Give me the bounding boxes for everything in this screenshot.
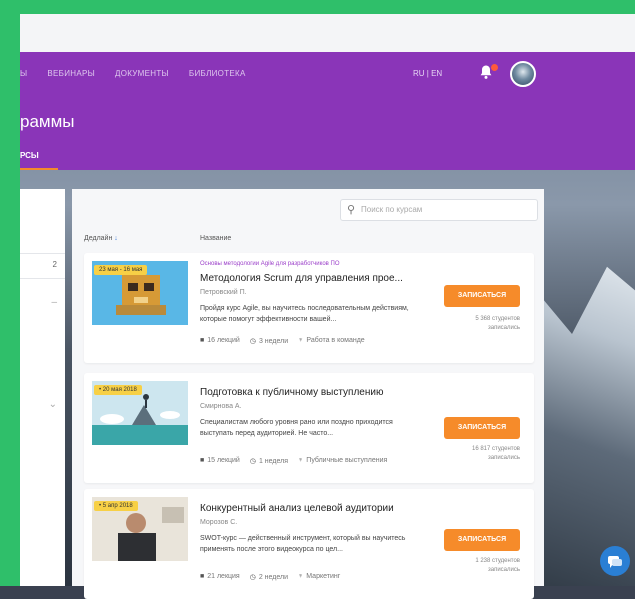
- tab-active-indicator: [20, 168, 58, 170]
- course-thumbnail: 23 мая - 16 мая: [92, 261, 188, 325]
- filter-collapse-icon[interactable]: –: [51, 297, 57, 308]
- filter-count: 2: [52, 260, 57, 269]
- sort-deadline-label: Дедлайн: [84, 235, 113, 242]
- course-meta: ■ 16 лекций ◷ 3 недели ♆ Работа в команде: [200, 337, 365, 345]
- course-title[interactable]: Методология Scrum для управления прое...: [200, 273, 432, 284]
- deadline-badge: 23 мая - 16 мая: [94, 265, 148, 275]
- course-card[interactable]: • 20 мая 2018 Подготовка к публичному вы…: [84, 373, 534, 483]
- course-author: Петровский П.: [200, 289, 247, 296]
- lessons-count: 16 лекций: [207, 337, 240, 344]
- enrolled-count: 1 238 студентов записались: [475, 558, 520, 573]
- deadline-badge: • 20 мая 2018: [94, 385, 142, 395]
- topic-icon: ♆: [298, 337, 304, 344]
- sort-arrow-icon: ↓: [114, 235, 118, 242]
- course-meta: ■ 15 лекций ◷ 1 неделя ♆ Публичные выступле…: [200, 457, 387, 465]
- filter-expand-icon[interactable]: ⌄: [49, 399, 57, 410]
- enrolled-count: 5 368 студентов записались: [475, 316, 520, 331]
- duration: 2 недели: [258, 574, 289, 581]
- sort-deadline[interactable]: Дедлайн ↓: [84, 235, 118, 242]
- course-author: Смирнова А.: [200, 403, 242, 410]
- course-title[interactable]: Подготовка к публичному выступлению: [200, 387, 432, 398]
- enroll-button[interactable]: ЗАПИСАТЬСЯ: [444, 529, 520, 551]
- top-green-banner: [0, 0, 635, 14]
- language-switcher[interactable]: RU | EN: [413, 69, 442, 78]
- search-input[interactable]: ⚲ Поиск по курсам: [340, 199, 538, 221]
- clock-icon: ◷: [249, 458, 256, 465]
- search-icon: ⚲: [347, 204, 356, 216]
- page-title: раммы: [20, 112, 75, 131]
- lessons-count: 21 лекция: [207, 573, 240, 580]
- lessons-icon: ■: [200, 457, 205, 464]
- deadline-badge: • 5 апр 2018: [94, 501, 138, 511]
- filter-panel: 2 – ⌄: [20, 189, 65, 586]
- topic-icon: ♆: [298, 457, 304, 464]
- course-description: Специалистам любого уровня рано или позд…: [200, 419, 393, 437]
- clock-icon: ◷: [249, 574, 256, 581]
- notifications-bell-icon[interactable]: [478, 64, 498, 82]
- lessons-icon: ■: [200, 573, 205, 580]
- main-nav: Ы ВЕБИНАРЫ ДОКУМЕНТЫ БИБЛИОТЕКА: [20, 69, 246, 78]
- nav-item-courses[interactable]: Ы: [20, 69, 27, 78]
- column-name-header: Название: [200, 235, 232, 242]
- nav-item-library[interactable]: БИБЛИОТЕКА: [189, 69, 246, 78]
- course-title[interactable]: Конкурентный анализ целевой аудитории: [200, 503, 432, 514]
- course-meta: ■ 21 лекция ◷ 2 недели ♆ Маркетинг: [200, 573, 340, 581]
- course-author: Морозов С.: [200, 519, 238, 526]
- chat-support-icon[interactable]: [600, 546, 630, 576]
- search-placeholder: Поиск по курсам: [361, 205, 423, 214]
- lessons-count: 15 лекций: [207, 457, 240, 464]
- course-list-panel: ⚲ Поиск по курсам Дедлайн ↓ Название 23 …: [72, 189, 544, 599]
- topic-icon: ♆: [298, 573, 304, 580]
- nav-item-webinars[interactable]: ВЕБИНАРЫ: [47, 69, 95, 78]
- lessons-icon: ■: [200, 337, 205, 344]
- notification-badge: [491, 64, 498, 71]
- header: Ы ВЕБИНАРЫ ДОКУМЕНТЫ БИБЛИОТЕКА RU | EN …: [20, 52, 635, 170]
- topic: Маркетинг: [306, 573, 341, 580]
- nav-item-documents[interactable]: ДОКУМЕНТЫ: [115, 69, 169, 78]
- course-description: SWOT-курс — действенный инструмент, кото…: [200, 535, 406, 553]
- duration: 3 недели: [258, 338, 289, 345]
- course-thumbnail: • 20 мая 2018: [92, 381, 188, 445]
- course-category[interactable]: Основы методологии Agile для разработчик…: [200, 261, 340, 267]
- tab-courses[interactable]: РСЫ: [20, 151, 39, 160]
- clock-icon: ◷: [249, 338, 256, 345]
- topic: Работа в команде: [306, 337, 365, 344]
- enroll-button[interactable]: ЗАПИСАТЬСЯ: [444, 417, 520, 439]
- enrolled-count: 16 817 студентов записались: [472, 446, 520, 461]
- enroll-button[interactable]: ЗАПИСАТЬСЯ: [444, 285, 520, 307]
- user-avatar[interactable]: [510, 61, 536, 87]
- duration: 1 неделя: [258, 458, 289, 465]
- course-thumbnail: • 5 апр 2018: [92, 497, 188, 561]
- top-white-bar: [20, 14, 635, 52]
- filter-row[interactable]: 2: [20, 253, 65, 279]
- course-card[interactable]: 23 мая - 16 мая Основы методологии Agile…: [84, 253, 534, 363]
- side-green-banner: [0, 0, 20, 586]
- course-description: Пройдя курс Agile, вы научитесь последов…: [200, 305, 409, 323]
- topic: Публичные выступления: [306, 457, 388, 464]
- course-card[interactable]: • 5 апр 2018 Конкурентный анализ целевой…: [84, 489, 534, 599]
